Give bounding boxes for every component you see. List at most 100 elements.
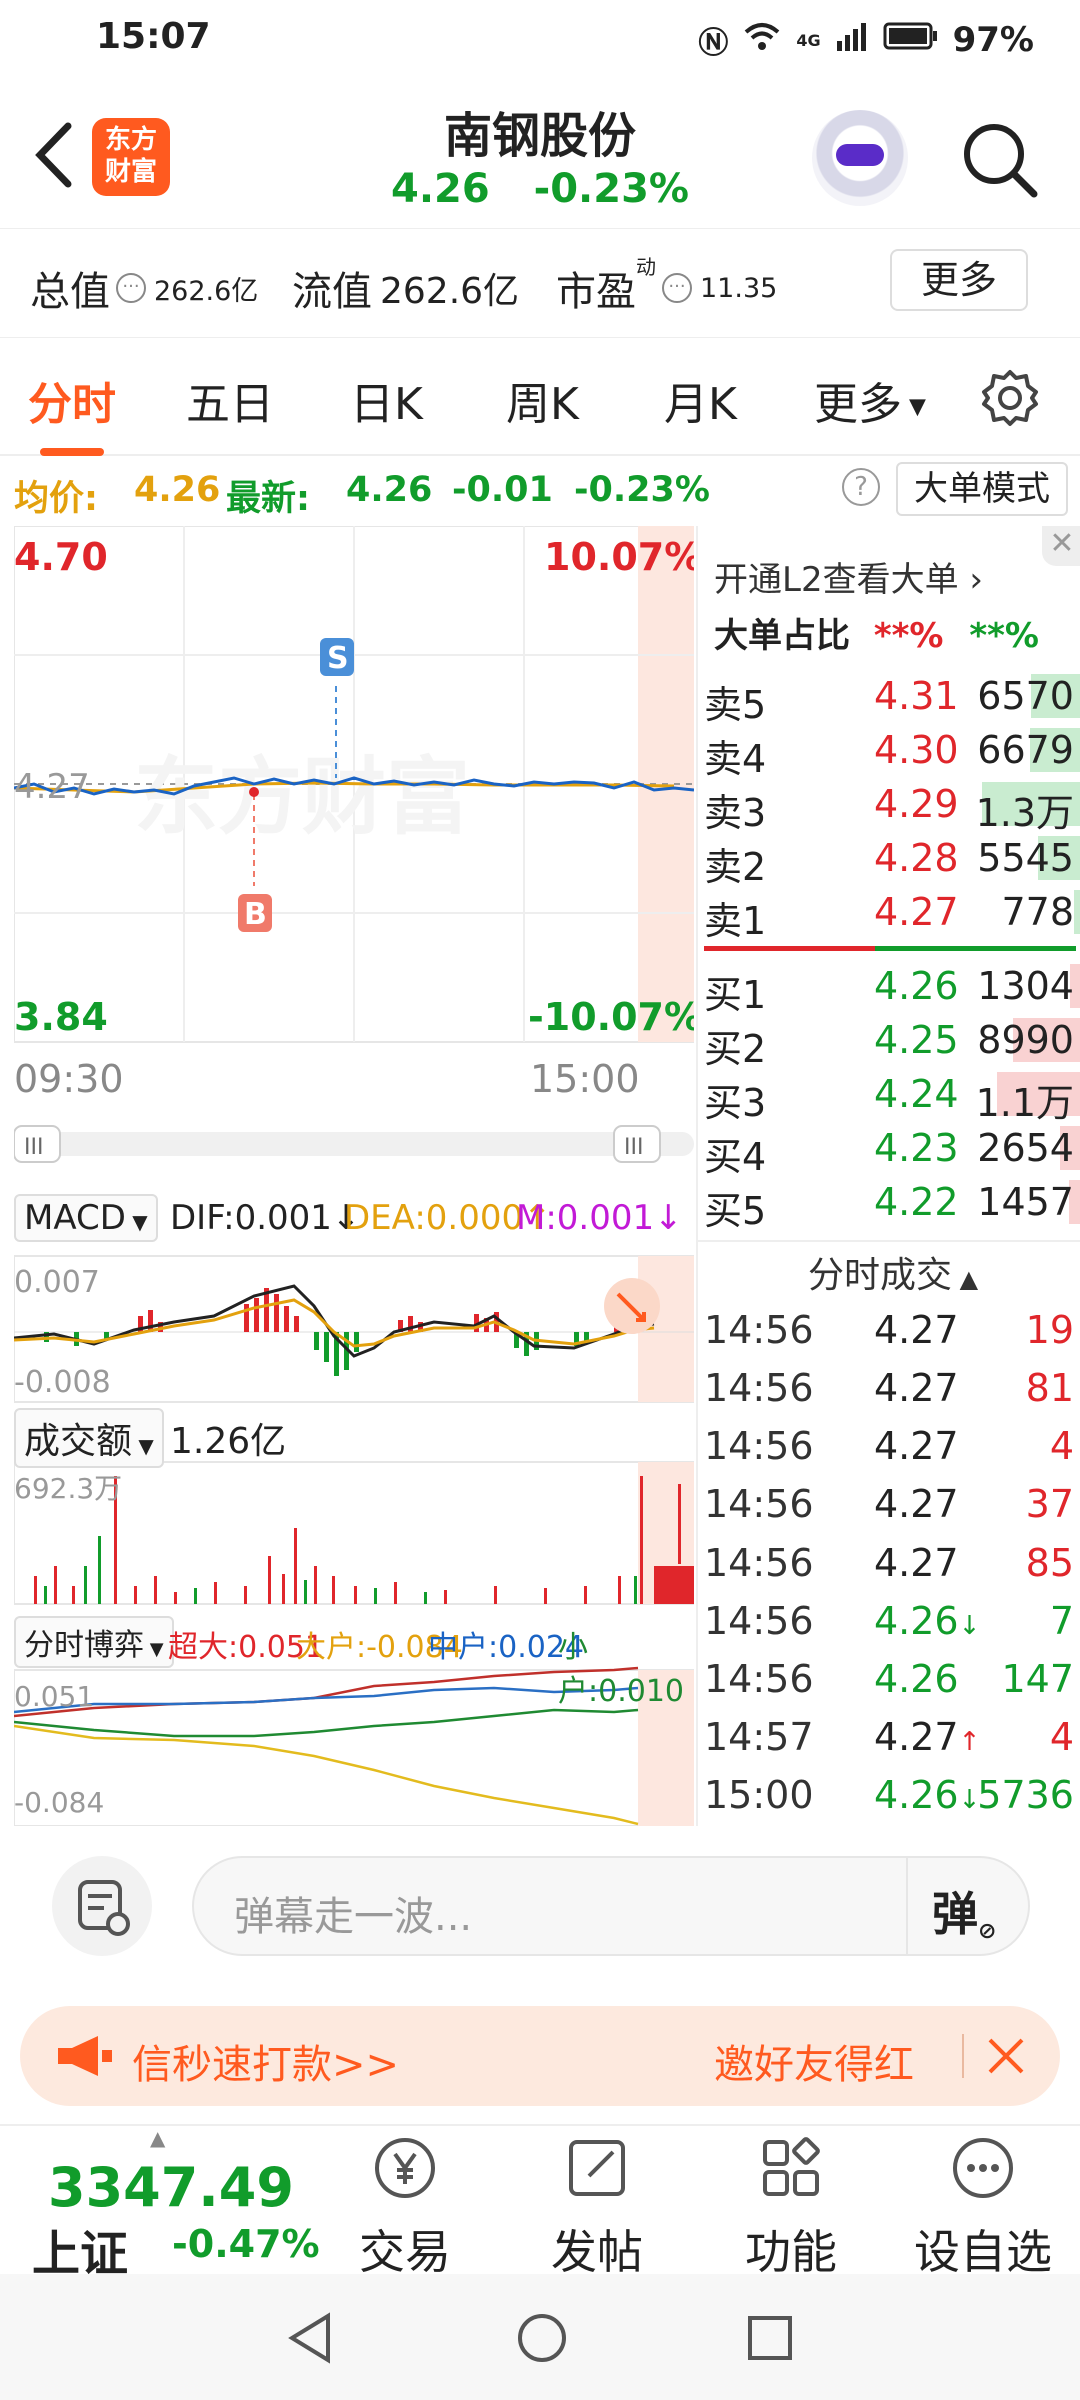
avg-value: 4.26 — [134, 470, 221, 510]
danmu-placeholder: 弹幕走一波... — [234, 1894, 473, 1940]
nav-watchlist[interactable]: 设自选 — [908, 2132, 1058, 2282]
nav-post[interactable]: 发帖 — [522, 2132, 672, 2282]
pct-top-label: 10.07% — [544, 535, 694, 579]
ask-volume-bar — [1074, 890, 1080, 934]
tab-more[interactable]: 更多 ▼ — [814, 368, 926, 432]
caret-up-icon: ▲ — [952, 1265, 979, 1293]
battery-level: 97% — [952, 20, 1034, 60]
sell-marker: S — [327, 641, 349, 676]
price-mid-label: 4.27 — [14, 767, 90, 807]
trade-row: 15:00 4.26↓ 5736 — [704, 1773, 1074, 1818]
bid-row[interactable]: 买2 4.25 8990 — [698, 1012, 1080, 1071]
grid-icon — [763, 2137, 820, 2196]
ask-row[interactable]: 卖1 4.27 778 — [698, 884, 1080, 943]
caret-up-icon: ▲ — [150, 2126, 166, 2150]
total-market-value: 总值 ··· 262.6亿 — [30, 269, 259, 315]
stock-header: 东方 财富 南钢股份 4.26 -0.23% — [0, 80, 1080, 228]
big-order-ratio: 大单占比 **% **% — [714, 616, 1039, 656]
caret-down-icon: ▼ — [902, 394, 926, 420]
battery-icon — [883, 20, 939, 60]
danmu-settings-icon[interactable] — [52, 1856, 152, 1956]
l2-link[interactable]: 开通L2查看大单 › — [714, 552, 983, 601]
svg-text:III: III — [624, 1135, 643, 1160]
more-dots-icon[interactable]: ··· — [116, 273, 146, 303]
svg-text:III: III — [24, 1135, 43, 1160]
bid-row[interactable]: 买3 4.24 1.1万 — [698, 1066, 1080, 1125]
nav-functions[interactable]: 功能 — [716, 2132, 866, 2282]
game-selector[interactable]: 分时博弈 ▼ — [14, 1616, 174, 1668]
macd-dif: DIF:0.001↓ — [170, 1198, 361, 1238]
macd-legend: MACD ▼ DIF:0.001↓ DEA:0.000↑ M:0.001↓ — [14, 1188, 704, 1248]
index-change-pct: -0.47% — [172, 2222, 320, 2266]
volume-selector[interactable]: 成交额 ▼ — [14, 1408, 164, 1468]
big-order-mode-button[interactable]: 大单模式 — [896, 462, 1068, 516]
help-icon[interactable]: ? — [842, 468, 880, 506]
ask-row[interactable]: 卖3 4.29 1.3万 — [698, 776, 1080, 835]
stock-price-line: 4.26 -0.23% — [0, 166, 1080, 212]
game-top-label: 0.051 — [14, 1680, 94, 1713]
trade-yen-icon — [375, 2138, 435, 2198]
gear-icon[interactable] — [980, 368, 1040, 428]
caret-down-icon: ▼ — [144, 1639, 164, 1660]
banner-right-text: 邀好友得红 — [714, 2042, 914, 2088]
stock-name: 南钢股份 — [443, 108, 636, 164]
change-value: -0.01 — [452, 470, 553, 510]
price-bottom-label: 3.84 — [14, 995, 108, 1039]
pe-ratio: 市盈 动 ··· 11.35 — [556, 255, 778, 315]
tab-five-day[interactable]: 五日 — [186, 368, 274, 432]
more-circle-icon — [953, 2138, 1013, 2198]
trade-row: 14:56 4.27 37 — [704, 1482, 1074, 1527]
close-icon[interactable] — [986, 2036, 1026, 2076]
ask-row[interactable]: 卖4 4.30 6679 — [698, 722, 1080, 781]
price-top-label: 4.70 — [14, 535, 108, 579]
danmu-input[interactable]: 弹幕走一波... 弹⊘ — [192, 1856, 1030, 1956]
back-nav-icon[interactable] — [284, 2310, 336, 2366]
float-market-value: 流值 262.6亿 — [292, 269, 520, 315]
tab-weekly-k[interactable]: 周K — [506, 368, 579, 432]
macd-top-label: 0.007 — [14, 1265, 100, 1300]
intraday-chart-area[interactable]: 东方财富 S B 4.70 10.07% 4.27 3.84 -10.07% 0… — [13, 525, 702, 1827]
close-icon[interactable]: ✕ — [1042, 526, 1080, 566]
orderbook-divider — [704, 946, 1076, 951]
caret-down-icon: ▼ — [125, 1210, 148, 1234]
trade-row: 14:56 4.27 81 — [704, 1366, 1074, 1411]
assistant-robot-icon[interactable] — [812, 110, 908, 206]
time-start-label: 09:30 — [14, 1057, 124, 1101]
tab-monthly-k[interactable]: 月K — [664, 368, 737, 432]
recents-nav-icon[interactable] — [744, 2312, 796, 2364]
trades-header[interactable]: 分时成交 ▲ — [808, 1246, 978, 1298]
status-icons: Ⓝ 4G 97% — [698, 18, 1034, 62]
status-bar: 15:07 Ⓝ 4G 97% — [0, 0, 1080, 80]
nav-trade[interactable]: 交易 — [330, 2132, 480, 2282]
bid-row[interactable]: 买1 4.26 1304 — [698, 958, 1080, 1017]
bid-row[interactable]: 买5 4.22 1457 — [698, 1174, 1080, 1233]
home-nav-icon[interactable] — [514, 2310, 570, 2366]
banner-left-text: 信秒速打款>> — [132, 2042, 400, 2088]
more-metrics-button[interactable]: 更多 — [890, 249, 1028, 311]
change-pct: -0.23% — [574, 470, 710, 510]
tab-intraday[interactable]: 分时 — [28, 368, 116, 456]
valuation-metrics: 总值 ··· 262.6亿 流值 262.6亿 市盈 动 ··· 11.35 更… — [0, 228, 1080, 338]
chart-tabs: 分时 五日 日K 周K 月K 更多 ▼ — [0, 338, 1080, 456]
stock-price: 4.26 — [390, 166, 490, 212]
macd-selector[interactable]: MACD ▼ — [14, 1194, 158, 1242]
megaphone-icon — [58, 2036, 112, 2076]
network-type: 4G — [796, 30, 821, 50]
latest-value: 4.26 — [346, 470, 433, 510]
status-time: 15:07 — [96, 16, 211, 57]
danmu-toggle-button[interactable]: 弹⊘ — [932, 1878, 996, 1944]
more-dots-icon[interactable]: ··· — [662, 273, 692, 303]
bid-row[interactable]: 买4 4.23 2654 — [698, 1120, 1080, 1179]
ask-row[interactable]: 卖5 4.31 6570 — [698, 668, 1080, 727]
tab-daily-k[interactable]: 日K — [350, 368, 423, 432]
stock-change-pct: -0.23% — [533, 166, 689, 212]
game-legend: 分时博弈 ▼ 超大:0.051 大户:-0.084 中户:0.024 小户:0.… — [14, 1608, 700, 1709]
nfc-icon: Ⓝ — [698, 26, 729, 61]
ask-row[interactable]: 卖2 4.28 5545 — [698, 830, 1080, 889]
promo-banner[interactable]: 信秒速打款>> 邀好友得红 — [20, 2006, 1060, 2106]
trade-row: 14:56 4.26 147 — [704, 1656, 1074, 1701]
danmu-bar: 弹幕走一波... 弹⊘ — [0, 1826, 1080, 1996]
avg-label: 均价: — [14, 479, 98, 519]
time-end-label: 15:00 — [530, 1057, 640, 1101]
search-icon[interactable] — [960, 120, 1040, 200]
